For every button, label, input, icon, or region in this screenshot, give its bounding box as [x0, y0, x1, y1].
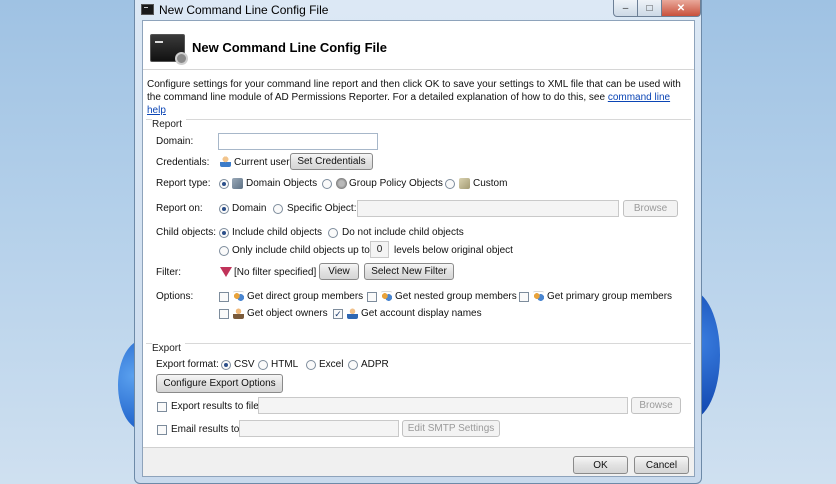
command-prompt-gear-icon [150, 34, 188, 65]
report-on-specific-object-radio[interactable] [273, 204, 283, 214]
format-html-label[interactable]: HTML [271, 359, 298, 370]
domain-input[interactable] [218, 133, 378, 150]
child-objects-label: Child objects: [156, 227, 217, 238]
set-credentials-button[interactable]: Set Credentials [290, 153, 373, 170]
object-owners-checkbox[interactable] [219, 309, 229, 319]
dialog-client-area: New Command Line Config File Configure s… [142, 20, 695, 477]
header-divider [143, 69, 694, 70]
report-type-domain-objects-radio[interactable] [219, 179, 229, 189]
email-results-checkbox[interactable] [157, 425, 167, 435]
dialog-window: New Command Line Config File – □ ✕ New C… [134, 0, 702, 484]
report-type-domain-objects-label[interactable]: Domain Objects [246, 178, 317, 189]
account-display-names-checkbox[interactable]: ✓ [333, 309, 343, 319]
export-file-path-input[interactable] [258, 397, 628, 414]
group-icon [233, 291, 244, 302]
configure-export-options-button[interactable]: Configure Export Options [156, 374, 283, 393]
format-adpr-radio[interactable] [348, 360, 358, 370]
owner-icon [233, 308, 244, 319]
report-type-label: Report type: [156, 178, 211, 189]
credentials-label: Credentials: [156, 157, 210, 168]
report-type-custom-radio[interactable] [445, 179, 455, 189]
format-excel-radio[interactable] [306, 360, 316, 370]
custom-icon [459, 178, 470, 189]
dialog-footer: OK Cancel [143, 448, 694, 476]
report-type-gpo-radio[interactable] [322, 179, 332, 189]
nested-group-members-checkbox[interactable] [367, 292, 377, 302]
report-on-label: Report on: [156, 203, 203, 214]
view-filter-button[interactable]: View [319, 263, 359, 280]
exclude-child-objects-radio[interactable] [328, 228, 338, 238]
specific-object-input[interactable] [357, 200, 619, 217]
description-body: Configure settings for your command line… [147, 79, 681, 103]
format-csv-label[interactable]: CSV [234, 359, 255, 370]
primary-group-members-label[interactable]: Get primary group members [547, 291, 672, 302]
format-csv-radio[interactable] [221, 360, 231, 370]
display-name-icon [347, 308, 358, 319]
window-title: New Command Line Config File [159, 3, 329, 17]
maximize-button[interactable]: □ [637, 0, 662, 17]
ok-button[interactable]: OK [573, 456, 628, 474]
filter-label: Filter: [156, 267, 181, 278]
object-owners-label[interactable]: Get object owners [247, 308, 328, 319]
close-button[interactable]: ✕ [661, 0, 701, 17]
user-icon [220, 156, 231, 167]
account-display-names-label[interactable]: Get account display names [361, 308, 482, 319]
app-icon [141, 4, 154, 15]
email-results-label[interactable]: Email results to: [171, 424, 242, 435]
group-icon [533, 291, 544, 302]
limit-child-objects-radio[interactable] [219, 246, 229, 256]
edit-smtp-settings-button[interactable]: Edit SMTP Settings [402, 420, 500, 437]
select-new-filter-button[interactable]: Select New Filter [364, 263, 454, 280]
format-excel-label[interactable]: Excel [319, 359, 343, 370]
child-levels-suffix: levels below original object [394, 245, 513, 256]
cancel-button[interactable]: Cancel [634, 456, 689, 474]
group-policy-icon [336, 178, 347, 189]
export-group-label: Export [152, 343, 185, 354]
filter-icon [220, 267, 232, 277]
specific-object-browse-button[interactable]: Browse [623, 200, 678, 217]
report-group-label: Report [152, 119, 187, 130]
export-to-file-checkbox[interactable] [157, 402, 167, 412]
include-child-objects-label[interactable]: Include child objects [232, 227, 322, 238]
minimize-button[interactable]: – [613, 0, 638, 17]
report-type-gpo-label[interactable]: Group Policy Objects [349, 178, 443, 189]
primary-group-members-checkbox[interactable] [519, 292, 529, 302]
title-bar[interactable]: New Command Line Config File – □ ✕ [135, 0, 701, 20]
options-label: Options: [156, 291, 194, 302]
format-html-radio[interactable] [258, 360, 268, 370]
direct-group-members-label[interactable]: Get direct group members [247, 291, 363, 302]
limit-child-objects-label[interactable]: Only include child objects up to [232, 245, 370, 256]
report-on-domain-radio[interactable] [219, 204, 229, 214]
group-icon [381, 291, 392, 302]
include-child-objects-radio[interactable] [219, 228, 229, 238]
report-on-specific-object-label[interactable]: Specific Object: [287, 203, 356, 214]
direct-group-members-checkbox[interactable] [219, 292, 229, 302]
export-group: Export Export format: CSV HTML Excel ADP… [146, 343, 691, 443]
exclude-child-objects-label[interactable]: Do not include child objects [342, 227, 464, 238]
child-levels-input[interactable]: 0 [370, 241, 389, 258]
domain-objects-icon [232, 178, 243, 189]
export-file-browse-button[interactable]: Browse [631, 397, 681, 414]
format-adpr-label[interactable]: ADPR [361, 359, 389, 370]
description-text: Configure settings for your command line… [147, 78, 689, 117]
gear-icon [175, 52, 188, 65]
email-address-input[interactable] [239, 420, 399, 437]
export-to-file-label[interactable]: Export results to file: [171, 401, 262, 412]
filter-value: [No filter specified] [234, 267, 317, 278]
domain-label: Domain: [156, 136, 194, 147]
credentials-value: Current user [234, 157, 290, 168]
dialog-heading: New Command Line Config File [192, 40, 388, 55]
nested-group-members-label[interactable]: Get nested group members [395, 291, 517, 302]
report-on-domain-label[interactable]: Domain [232, 203, 266, 214]
report-group: Report Domain: Credentials: Current user… [146, 119, 691, 339]
report-type-custom-label[interactable]: Custom [473, 178, 507, 189]
export-format-label: Export format: [156, 359, 219, 370]
